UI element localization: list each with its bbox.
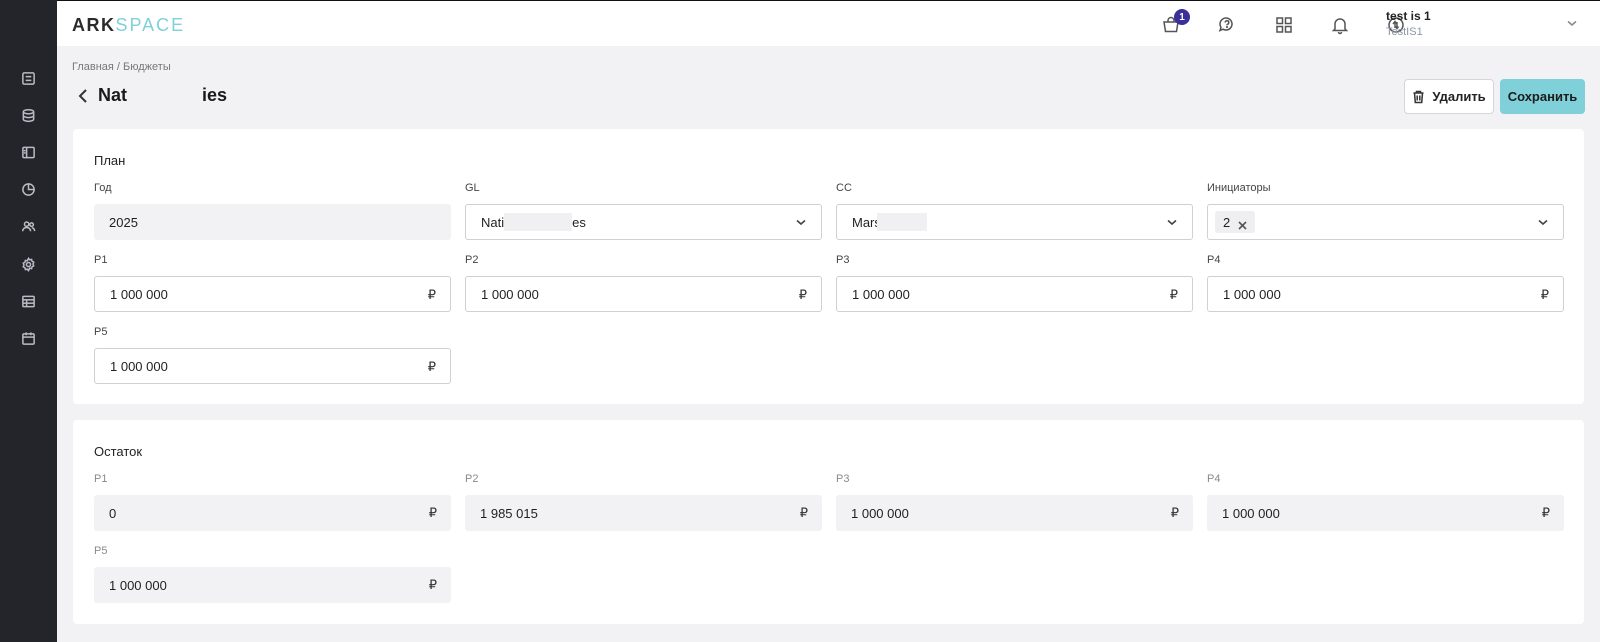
- cart-icon[interactable]: 1: [1160, 9, 1190, 36]
- cc-label: CC: [836, 182, 852, 194]
- delete-label: Удалить: [1432, 89, 1486, 104]
- gl-value-start: Nati: [481, 214, 505, 230]
- page-title-start: Nat: [98, 85, 128, 105]
- delete-button[interactable]: Удалить: [1404, 79, 1494, 114]
- plan-title: План: [94, 153, 126, 168]
- initiators-label: Инициаторы: [1207, 182, 1271, 194]
- plan-p4-value: 1 000 000: [1223, 286, 1281, 302]
- year-field: 2025: [94, 204, 451, 240]
- remainder-p4-label: P4: [1207, 473, 1221, 485]
- plan-p2-input[interactable]: 1 000 000 ₽: [465, 276, 822, 312]
- ruble-sign: ₽: [427, 359, 436, 374]
- ruble-sign: ₽: [1169, 287, 1178, 302]
- table-icon[interactable]: [20, 293, 37, 310]
- year-value: 2025: [109, 214, 138, 230]
- chevron-down-icon: [1166, 216, 1178, 228]
- bell-icon[interactable]: [1329, 14, 1351, 36]
- plan-p2-label: P2: [465, 254, 479, 266]
- plan-p1-input[interactable]: 1 000 000 ₽: [94, 276, 451, 312]
- cart-badge: 1: [1174, 9, 1190, 25]
- logo: ARK SPACE: [72, 15, 185, 36]
- plan-p5-label: P5: [94, 326, 108, 338]
- remainder-p5-value: 1 000 000: [109, 577, 167, 593]
- gl-value-end: es: [572, 214, 586, 230]
- remainder-title: Остаток: [94, 444, 143, 459]
- page-title-end: ies: [202, 85, 228, 105]
- remainder-p5-label: P5: [94, 545, 108, 557]
- ruble-sign: ₽: [798, 287, 807, 302]
- users-icon[interactable]: [20, 218, 37, 235]
- remainder-p2-label: P2: [465, 473, 479, 485]
- remainder-p5-field: 1 000 000 ₽: [94, 567, 451, 603]
- user-menu[interactable]: test is 1 TestIS1: [1386, 9, 1431, 38]
- initiator-chip-label: 2: [1223, 214, 1231, 230]
- plan-p5-value: 1 000 000: [110, 358, 168, 374]
- remainder-p1-field: 0 ₽: [94, 495, 451, 531]
- trash-icon: [1413, 90, 1424, 103]
- sidebar: [0, 0, 57, 642]
- plan-card: План Год 2025 GL Nati es CC Mars Инициато…: [73, 129, 1584, 404]
- remainder-p4-value: 1 000 000: [1222, 505, 1280, 521]
- calendar-icon[interactable]: [20, 330, 37, 347]
- save-button[interactable]: Сохранить: [1500, 79, 1585, 114]
- page-title: Nat ies: [98, 85, 227, 106]
- chevron-down-icon: [1537, 216, 1549, 228]
- remainder-p2-value: 1 985 015: [480, 505, 538, 521]
- gl-label: GL: [465, 182, 480, 194]
- breadcrumb[interactable]: Главная / Бюджеты: [72, 61, 171, 73]
- user-name: test is 1: [1386, 9, 1431, 23]
- ruble-sign: ₽: [1170, 505, 1179, 520]
- logo-ark-text: ARK: [72, 15, 116, 35]
- remainder-p1-value: 0: [109, 505, 117, 521]
- ruble-sign: ₽: [799, 505, 808, 520]
- top-bar: ARK SPACE 1: [57, 0, 1600, 46]
- remainder-p3-label: P3: [836, 473, 850, 485]
- plan-p4-label: P4: [1207, 254, 1221, 266]
- ruble-sign: ₽: [1540, 287, 1549, 302]
- remainder-p2-field: 1 985 015 ₽: [465, 495, 822, 531]
- plan-p1-label: P1: [94, 254, 108, 266]
- plan-p3-label: P3: [836, 254, 850, 266]
- close-icon[interactable]: [1238, 218, 1247, 230]
- remainder-p4-field: 1 000 000 ₽: [1207, 495, 1564, 531]
- initiators-select[interactable]: 2: [1207, 204, 1564, 240]
- cc-select[interactable]: Mars: [836, 204, 1193, 240]
- plan-p2-value: 1 000 000: [481, 286, 539, 302]
- ruble-sign: ₽: [428, 577, 437, 592]
- plan-p4-input[interactable]: 1 000 000 ₽: [1207, 276, 1564, 312]
- list-icon[interactable]: [20, 70, 37, 87]
- back-arrow-icon[interactable]: [76, 88, 90, 104]
- year-label: Год: [94, 182, 112, 194]
- gl-select[interactable]: Nati es: [465, 204, 822, 240]
- logo-space-text: SPACE: [115, 15, 186, 35]
- plan-p3-input[interactable]: 1 000 000 ₽: [836, 276, 1193, 312]
- chevron-down-icon: [795, 216, 807, 228]
- apps-grid-icon[interactable]: [1273, 14, 1295, 36]
- user-org: TestIS1: [1386, 26, 1423, 38]
- layout-icon[interactable]: [20, 144, 37, 161]
- initiator-chip[interactable]: 2: [1215, 211, 1256, 233]
- ruble-sign: ₽: [427, 287, 436, 302]
- chat-icon[interactable]: [1216, 14, 1238, 36]
- ruble-sign: ₽: [1541, 505, 1550, 520]
- plan-p5-input[interactable]: 1 000 000 ₽: [94, 348, 451, 384]
- remainder-p1-label: P1: [94, 473, 108, 485]
- plan-p1-value: 1 000 000: [110, 286, 168, 302]
- settings-icon[interactable]: [20, 256, 37, 273]
- pie-chart-icon[interactable]: [20, 181, 37, 198]
- remainder-card: Остаток P1 0 ₽ P2 1 985 015 ₽ P3 1 000 0…: [73, 420, 1584, 624]
- database-icon[interactable]: [20, 107, 37, 124]
- remainder-p3-value: 1 000 000: [851, 505, 909, 521]
- plan-p3-value: 1 000 000: [852, 286, 910, 302]
- remainder-p3-field: 1 000 000 ₽: [836, 495, 1193, 531]
- ruble-sign: ₽: [428, 505, 437, 520]
- chevron-down-icon[interactable]: [1566, 16, 1578, 28]
